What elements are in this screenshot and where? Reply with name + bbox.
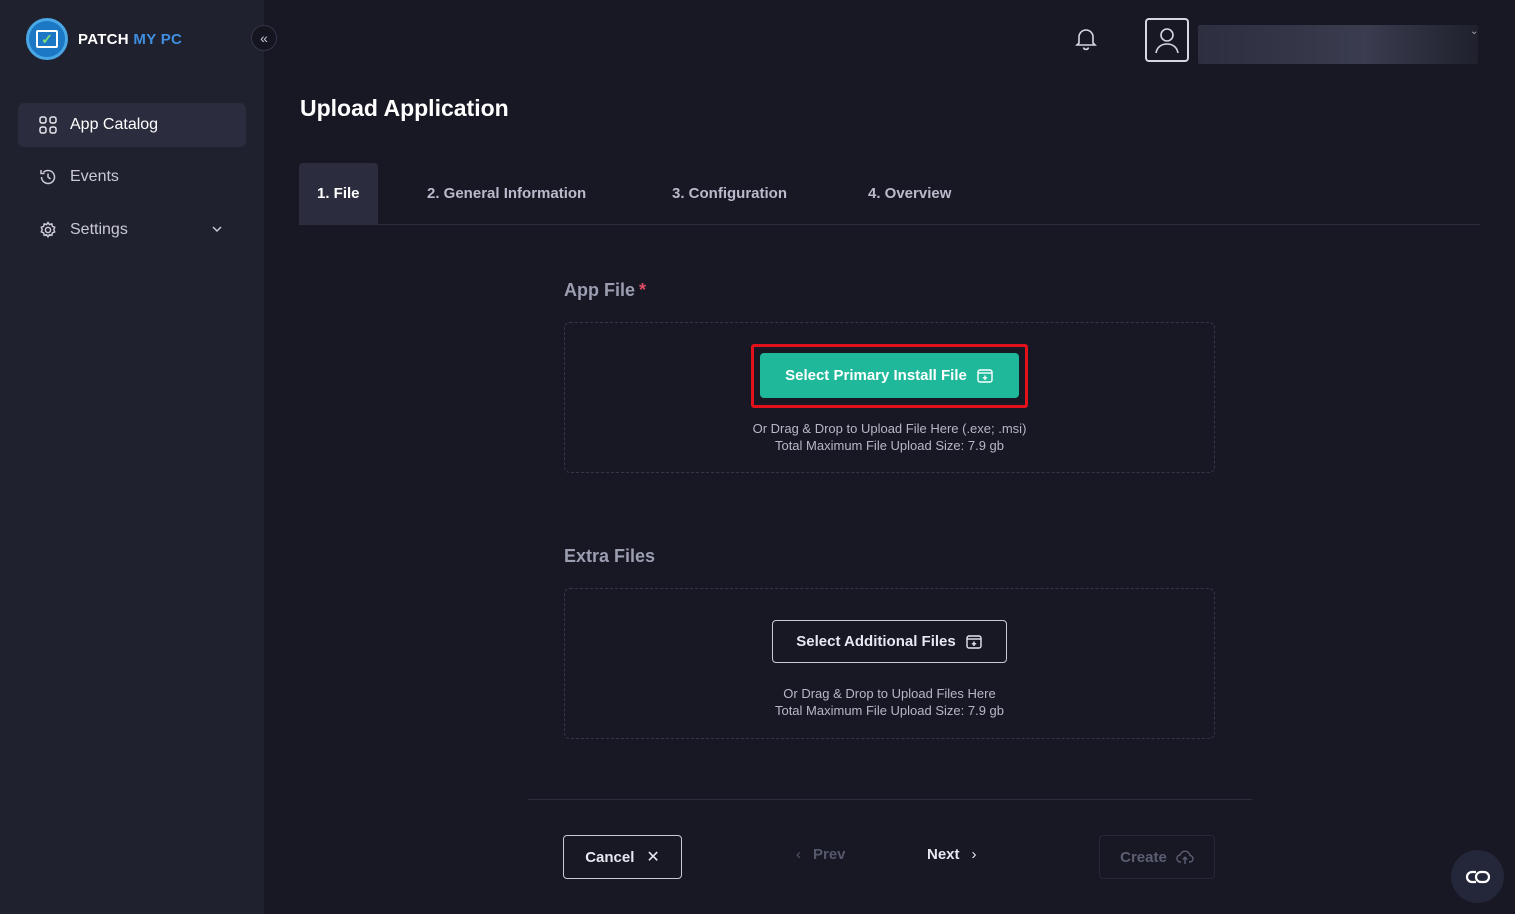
tab-file[interactable]: 1. File (299, 163, 378, 224)
brand-logo[interactable]: ✓ PATCH MY PC (26, 18, 182, 60)
brand-name-part2: MY PC (133, 30, 183, 48)
folder-add-icon (966, 634, 982, 649)
avatar[interactable] (1145, 18, 1189, 62)
close-icon: ✕ (646, 849, 660, 866)
next-button[interactable]: Next › (927, 846, 977, 863)
sidebar-item-app-catalog[interactable]: App Catalog (18, 103, 246, 147)
select-primary-install-file-button[interactable]: Select Primary Install File (760, 353, 1019, 398)
app-file-hint-line1: Or Drag & Drop to Upload File Here (.exe… (752, 421, 1027, 436)
next-label: Next (927, 846, 960, 863)
sidebar-item-label: Events (70, 168, 119, 185)
app-file-hint: Or Drag & Drop to Upload File Here (.exe… (564, 420, 1215, 454)
history-icon (40, 169, 56, 185)
tab-overview[interactable]: 4. Overview (868, 163, 951, 224)
patch-my-pc-logo-icon: ✓ (26, 18, 68, 60)
step-tabs: 1. File 2. General Information 3. Config… (299, 163, 1480, 225)
prev-button[interactable]: ‹ Prev (796, 846, 846, 863)
select-additional-files-label: Select Additional Files (796, 633, 956, 650)
chevron-left-icon: ‹ (796, 846, 801, 863)
brand-name-part1: PATCH (78, 30, 129, 48)
chevron-right-icon: › (971, 846, 977, 863)
sidebar-item-label: App Catalog (70, 116, 159, 133)
app-file-label-text: App File (564, 280, 635, 300)
sidebar: ✓ PATCH MY PC App Catalog Events Setting… (0, 0, 264, 914)
create-button[interactable]: Create (1099, 835, 1215, 879)
sidebar-item-settings[interactable]: Settings (18, 208, 246, 252)
gear-icon (40, 221, 56, 239)
sidebar-item-label: Settings (70, 221, 128, 238)
folder-add-icon (977, 368, 993, 383)
user-icon (1155, 28, 1179, 54)
cancel-label: Cancel (585, 848, 635, 866)
brand-name: PATCH MY PC (78, 31, 182, 48)
extra-files-hint-line2: Total Maximum File Upload Size: 7.9 gb (774, 703, 1005, 718)
user-name-redacted[interactable] (1198, 25, 1478, 64)
chevron-down-icon[interactable]: ⌄ (1470, 26, 1478, 37)
sidebar-item-events[interactable]: Events (18, 155, 246, 199)
page-title: Upload Application (300, 95, 509, 121)
double-chevron-left-icon: « (260, 30, 268, 46)
app-file-hint-line2: Total Maximum File Upload Size: 7.9 gb (774, 438, 1005, 453)
chat-button[interactable] (1451, 850, 1504, 903)
extra-files-label: Extra Files (564, 546, 656, 566)
footer-divider (528, 799, 1252, 800)
grid-icon (39, 116, 57, 134)
tab-configuration[interactable]: 3. Configuration (672, 163, 787, 224)
cloud-upload-icon (1176, 850, 1194, 864)
collapse-sidebar-button[interactable]: « (251, 25, 277, 51)
select-primary-install-file-label: Select Primary Install File (785, 367, 967, 384)
prev-label: Prev (813, 846, 846, 863)
create-label: Create (1120, 848, 1167, 866)
required-mark: * (639, 280, 647, 300)
app-file-label: App File * (564, 280, 646, 301)
cancel-button[interactable]: Cancel ✕ (563, 835, 682, 879)
extra-files-hint: Or Drag & Drop to Upload Files Here Tota… (564, 685, 1215, 719)
extra-files-hint-line1: Or Drag & Drop to Upload Files Here (783, 686, 996, 701)
tab-general-information[interactable]: 2. General Information (427, 163, 586, 224)
bell-icon[interactable] (1072, 24, 1100, 52)
chat-icon (1465, 870, 1490, 883)
select-additional-files-button[interactable]: Select Additional Files (772, 620, 1007, 663)
chevron-down-icon (212, 226, 222, 233)
